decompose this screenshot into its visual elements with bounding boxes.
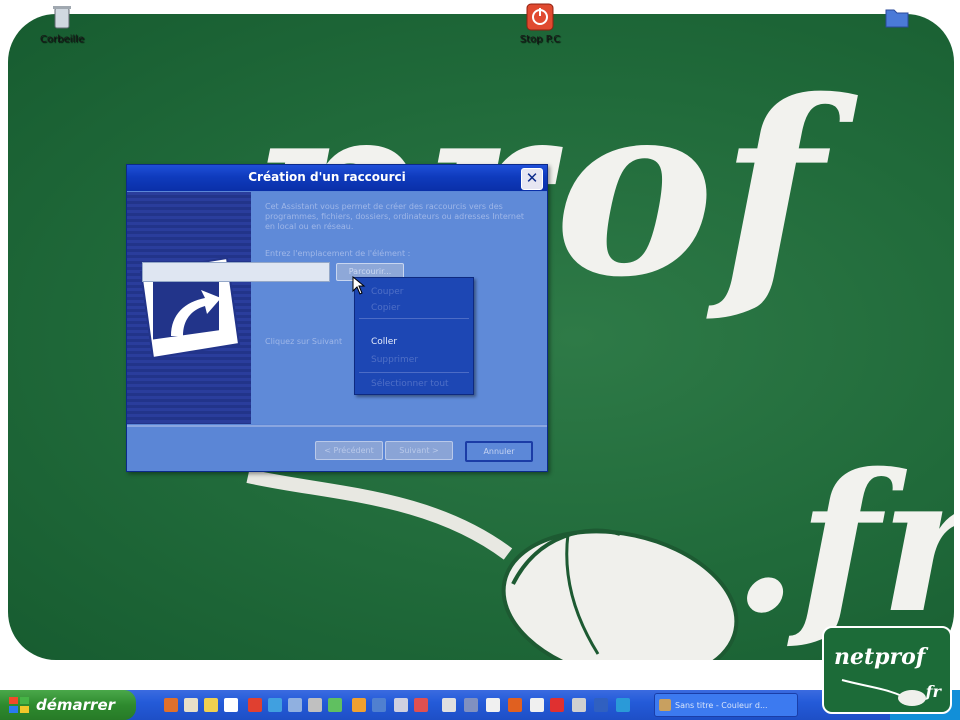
quicklaunch-app4-icon[interactable] xyxy=(372,698,386,712)
desktop-icon-folder[interactable] xyxy=(857,2,937,34)
desktop-icon-stop-pc[interactable]: Stop P.C xyxy=(500,2,580,45)
desktop-icon-label: Corbeille xyxy=(39,34,85,45)
taskbar: démarrer Sans titre - Couleur d... xyxy=(0,690,960,720)
instruction-text: Cliquez sur Suivant xyxy=(265,337,343,346)
dialog-title: Création d'un raccourci xyxy=(248,170,406,184)
menu-item-delete[interactable]: Supprimer xyxy=(355,352,473,368)
quicklaunch-settings-icon[interactable] xyxy=(308,698,322,712)
desktop-icon-label: Stop P.C xyxy=(519,34,561,45)
quicklaunch-firefox-icon[interactable] xyxy=(164,698,178,712)
location-input[interactable] xyxy=(142,262,330,282)
menu-item-select-all[interactable]: Sélectionner tout xyxy=(355,376,473,392)
quicklaunch-ie-icon[interactable] xyxy=(268,698,282,712)
taskbar-window-paint[interactable]: Sans titre - Couleur d... xyxy=(654,693,798,717)
netprof-logo: netprof .fr xyxy=(822,626,952,714)
taskbar-window-label: Sans titre - Couleur d... xyxy=(675,701,768,710)
quicklaunch-app3-icon[interactable] xyxy=(352,698,366,712)
quicklaunch-app7-icon[interactable] xyxy=(442,698,456,712)
quicklaunch-app11-icon[interactable] xyxy=(530,698,544,712)
menu-separator xyxy=(359,372,469,373)
quicklaunch-app6-icon[interactable] xyxy=(414,698,428,712)
quicklaunch-app12-icon[interactable] xyxy=(550,698,564,712)
quicklaunch-notepad-icon[interactable] xyxy=(184,698,198,712)
quicklaunch-media-icon[interactable] xyxy=(248,698,262,712)
back-button[interactable]: < Précédent xyxy=(315,441,383,460)
quicklaunch-app10-icon[interactable] xyxy=(508,698,522,712)
quicklaunch-folder-icon[interactable] xyxy=(204,698,218,712)
quicklaunch-app14-icon[interactable] xyxy=(594,698,608,712)
start-label: démarrer xyxy=(36,696,116,714)
next-button[interactable]: Suivant > xyxy=(385,441,453,460)
menu-item-copy[interactable]: Copier xyxy=(355,300,473,316)
dialog-titlebar[interactable]: Création d'un raccourci ✕ xyxy=(127,165,547,191)
location-label: Entrez l'emplacement de l'élément : xyxy=(265,249,411,258)
folder-icon xyxy=(882,2,912,32)
paint-icon xyxy=(659,699,671,711)
quicklaunch-app9-icon[interactable] xyxy=(486,698,500,712)
quicklaunch-app-icon[interactable] xyxy=(288,698,302,712)
menu-item-paste[interactable]: Coller xyxy=(355,334,473,350)
dialog-separator xyxy=(127,425,547,427)
power-icon xyxy=(525,2,555,32)
quicklaunch-app2-icon[interactable] xyxy=(328,698,342,712)
windows-flag-icon xyxy=(9,697,29,713)
wizard-description: Cet Assistant vous permet de créer des r… xyxy=(265,202,525,231)
logo-mouse-icon xyxy=(841,679,926,706)
close-button[interactable]: ✕ xyxy=(521,168,543,190)
quicklaunch-app5-icon[interactable] xyxy=(394,698,408,712)
quicklaunch-app13-icon[interactable] xyxy=(572,698,586,712)
mouse-cursor-icon xyxy=(352,276,366,295)
close-icon: ✕ xyxy=(525,169,539,187)
quicklaunch-window-icon[interactable] xyxy=(224,698,238,712)
menu-separator xyxy=(359,318,469,319)
quicklaunch-app15-icon[interactable] xyxy=(616,698,630,712)
desktop: prof .fr Corbeille Stop P.C Création d'u… xyxy=(0,0,960,690)
start-button[interactable]: démarrer xyxy=(0,690,136,720)
recycle-bin-icon xyxy=(47,2,77,32)
cancel-button[interactable]: Annuler xyxy=(465,441,533,462)
wizard-side-panel xyxy=(127,192,251,424)
desktop-icon-recycle-bin[interactable]: Corbeille xyxy=(22,2,102,45)
context-menu: Couper Copier Coller Supprimer Sélection… xyxy=(354,277,474,395)
menu-item-cut[interactable]: Couper xyxy=(355,284,473,300)
create-shortcut-dialog: Création d'un raccourci ✕ Cet Assistant … xyxy=(126,164,548,472)
quicklaunch-app8-icon[interactable] xyxy=(464,698,478,712)
